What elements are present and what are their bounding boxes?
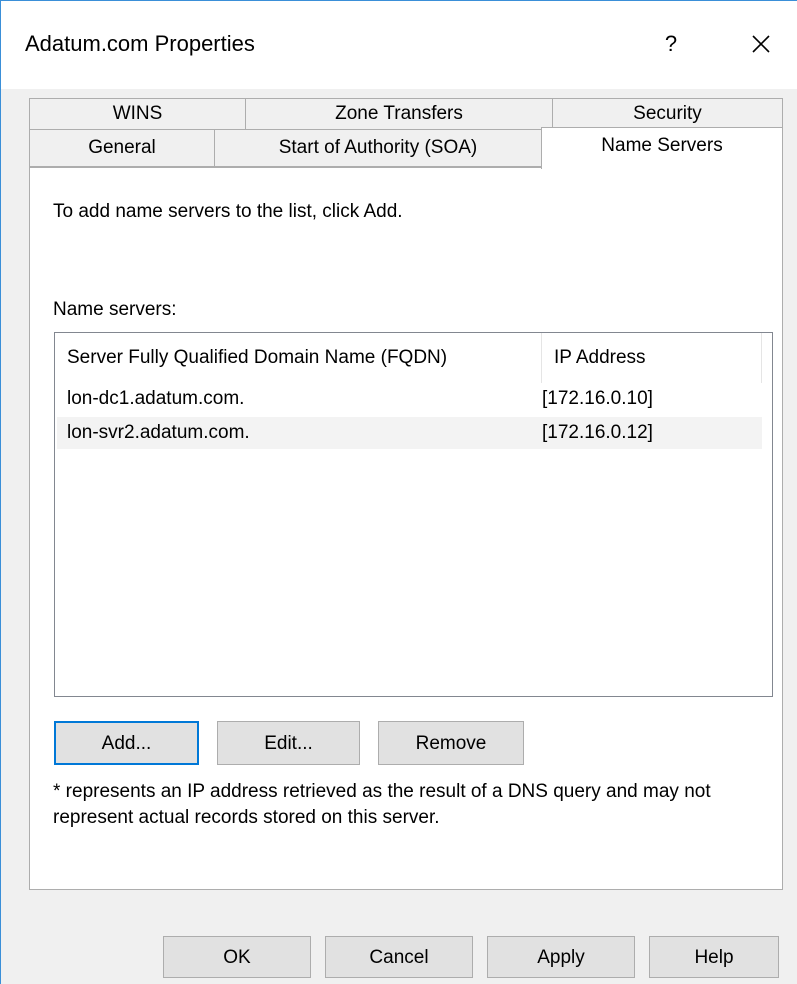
window-title: Adatum.com Properties <box>25 31 255 56</box>
row-ip: [172.16.0.10] <box>542 388 653 409</box>
row-ip: [172.16.0.12] <box>542 422 653 443</box>
title-bar: Adatum.com Properties ? <box>1 1 797 89</box>
tab-zone-transfers-label: Zone Transfers <box>335 103 463 124</box>
tab-start-of-authority[interactable]: Start of Authority (SOA) <box>214 129 542 167</box>
close-button[interactable] <box>741 26 781 62</box>
instruction-text: To add name servers to the list, click A… <box>53 201 403 222</box>
column-header-ip-address[interactable]: IP Address <box>542 333 762 383</box>
cancel-button[interactable]: Cancel <box>325 936 473 978</box>
tab-wins-label: WINS <box>112 103 163 124</box>
remove-button[interactable]: Remove <box>378 721 524 765</box>
tab-security-label: Security <box>633 103 702 124</box>
column-header-fqdn[interactable]: Server Fully Qualified Domain Name (FQDN… <box>55 333 542 383</box>
name-servers-label: Name servers: <box>53 299 177 320</box>
list-row[interactable]: lon-dc1.adatum.com. [172.16.0.10] <box>57 383 762 415</box>
tab-zone-transfers[interactable]: Zone Transfers <box>245 98 553 130</box>
tab-security[interactable]: Security <box>552 98 783 130</box>
row-fqdn: lon-svr2.adatum.com. <box>67 422 250 443</box>
edit-button[interactable]: Edit... <box>217 721 360 765</box>
tab-general[interactable]: General <box>29 129 215 167</box>
list-header: Server Fully Qualified Domain Name (FQDN… <box>55 333 772 383</box>
tab-name-servers-label: Name Servers <box>601 135 723 156</box>
tab-name-servers[interactable]: Name Servers <box>541 127 783 169</box>
context-help-button[interactable]: ? <box>656 26 686 62</box>
add-button[interactable]: Add... <box>54 721 199 765</box>
name-servers-list[interactable]: Server Fully Qualified Domain Name (FQDN… <box>54 332 773 697</box>
tab-general-label: General <box>88 137 156 158</box>
footnote-text: * represents an IP address retrieved as … <box>53 781 711 828</box>
ok-button[interactable]: OK <box>163 936 311 978</box>
close-icon <box>752 35 770 53</box>
row-fqdn: lon-dc1.adatum.com. <box>67 388 245 409</box>
list-row[interactable]: lon-svr2.adatum.com. [172.16.0.12] <box>57 417 762 449</box>
help-button[interactable]: Help <box>649 936 779 978</box>
tab-soa-label: Start of Authority (SOA) <box>278 137 478 158</box>
properties-dialog: Adatum.com Properties ? WINS Zone Transf… <box>0 0 797 984</box>
apply-button[interactable]: Apply <box>487 936 635 978</box>
tab-wins[interactable]: WINS <box>29 98 246 130</box>
